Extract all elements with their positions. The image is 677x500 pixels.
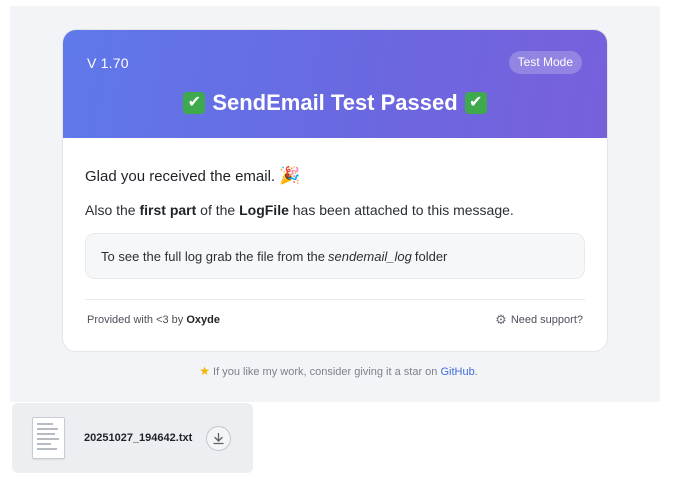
attachment-tile[interactable]: 20251027_194642.txt	[12, 403, 253, 473]
info-suffix: folder	[414, 248, 448, 264]
headline: ✔ SendEmail Test Passed ✔	[63, 90, 607, 116]
download-button[interactable]	[206, 426, 231, 451]
email-card: V 1.70 Test Mode ✔ SendEmail Test Passed…	[62, 29, 608, 352]
github-link[interactable]: GitHub	[440, 366, 474, 378]
greeting-line: Glad you received the email. 🎉	[85, 166, 585, 186]
author-name: Oxyde	[186, 314, 221, 326]
support-text: Need support?	[510, 314, 583, 326]
github-star-note: ★ If you like my work, consider giving i…	[0, 364, 677, 378]
full-log-info-box: To see the full log grab the file from t…	[85, 233, 585, 279]
attachment-note: Also the first part of the LogFile has b…	[85, 202, 585, 218]
attachment-note-first-part: first part	[139, 202, 197, 218]
greeting-text: Glad you received the email.	[85, 167, 276, 185]
attachment-filename: 20251027_194642.txt	[84, 432, 193, 444]
download-icon	[213, 432, 224, 445]
folder-name: sendemail_log	[328, 248, 412, 264]
headline-text: SendEmail Test Passed	[212, 90, 458, 115]
provided-by: Provided with <3 by Oxyde	[87, 314, 220, 326]
test-mode-badge: Test Mode	[508, 51, 582, 74]
info-prefix: To see the full log grab the file from t…	[101, 248, 326, 264]
text-file-icon	[32, 417, 65, 459]
attachment-note-logfile: LogFile	[239, 202, 289, 218]
attachment-note-prefix: Also the	[85, 202, 140, 218]
provided-by-text: Provided with <3 by	[87, 314, 187, 326]
check-mark-icon: ✔	[464, 92, 487, 114]
attachment-note-middle: of the	[196, 202, 240, 218]
check-mark-icon: ✔	[183, 92, 206, 114]
star-icon: ★	[199, 364, 210, 378]
attachment-note-suffix: has been attached to this message.	[288, 202, 514, 218]
gear-icon: ⚙	[495, 312, 507, 327]
version-label: V 1.70	[87, 55, 129, 71]
star-note-text: If you like my work, consider giving it …	[209, 366, 441, 378]
support-link[interactable]: ⚙ Need support?	[495, 312, 583, 328]
star-note-end: .	[474, 366, 478, 378]
email-footer: Provided with <3 by Oxyde ⚙ Need support…	[85, 300, 585, 340]
email-header: V 1.70 Test Mode ✔ SendEmail Test Passed…	[63, 30, 607, 138]
party-popper-icon: 🎉	[279, 166, 301, 185]
email-content: Glad you received the email. 🎉 Also the …	[63, 166, 607, 340]
